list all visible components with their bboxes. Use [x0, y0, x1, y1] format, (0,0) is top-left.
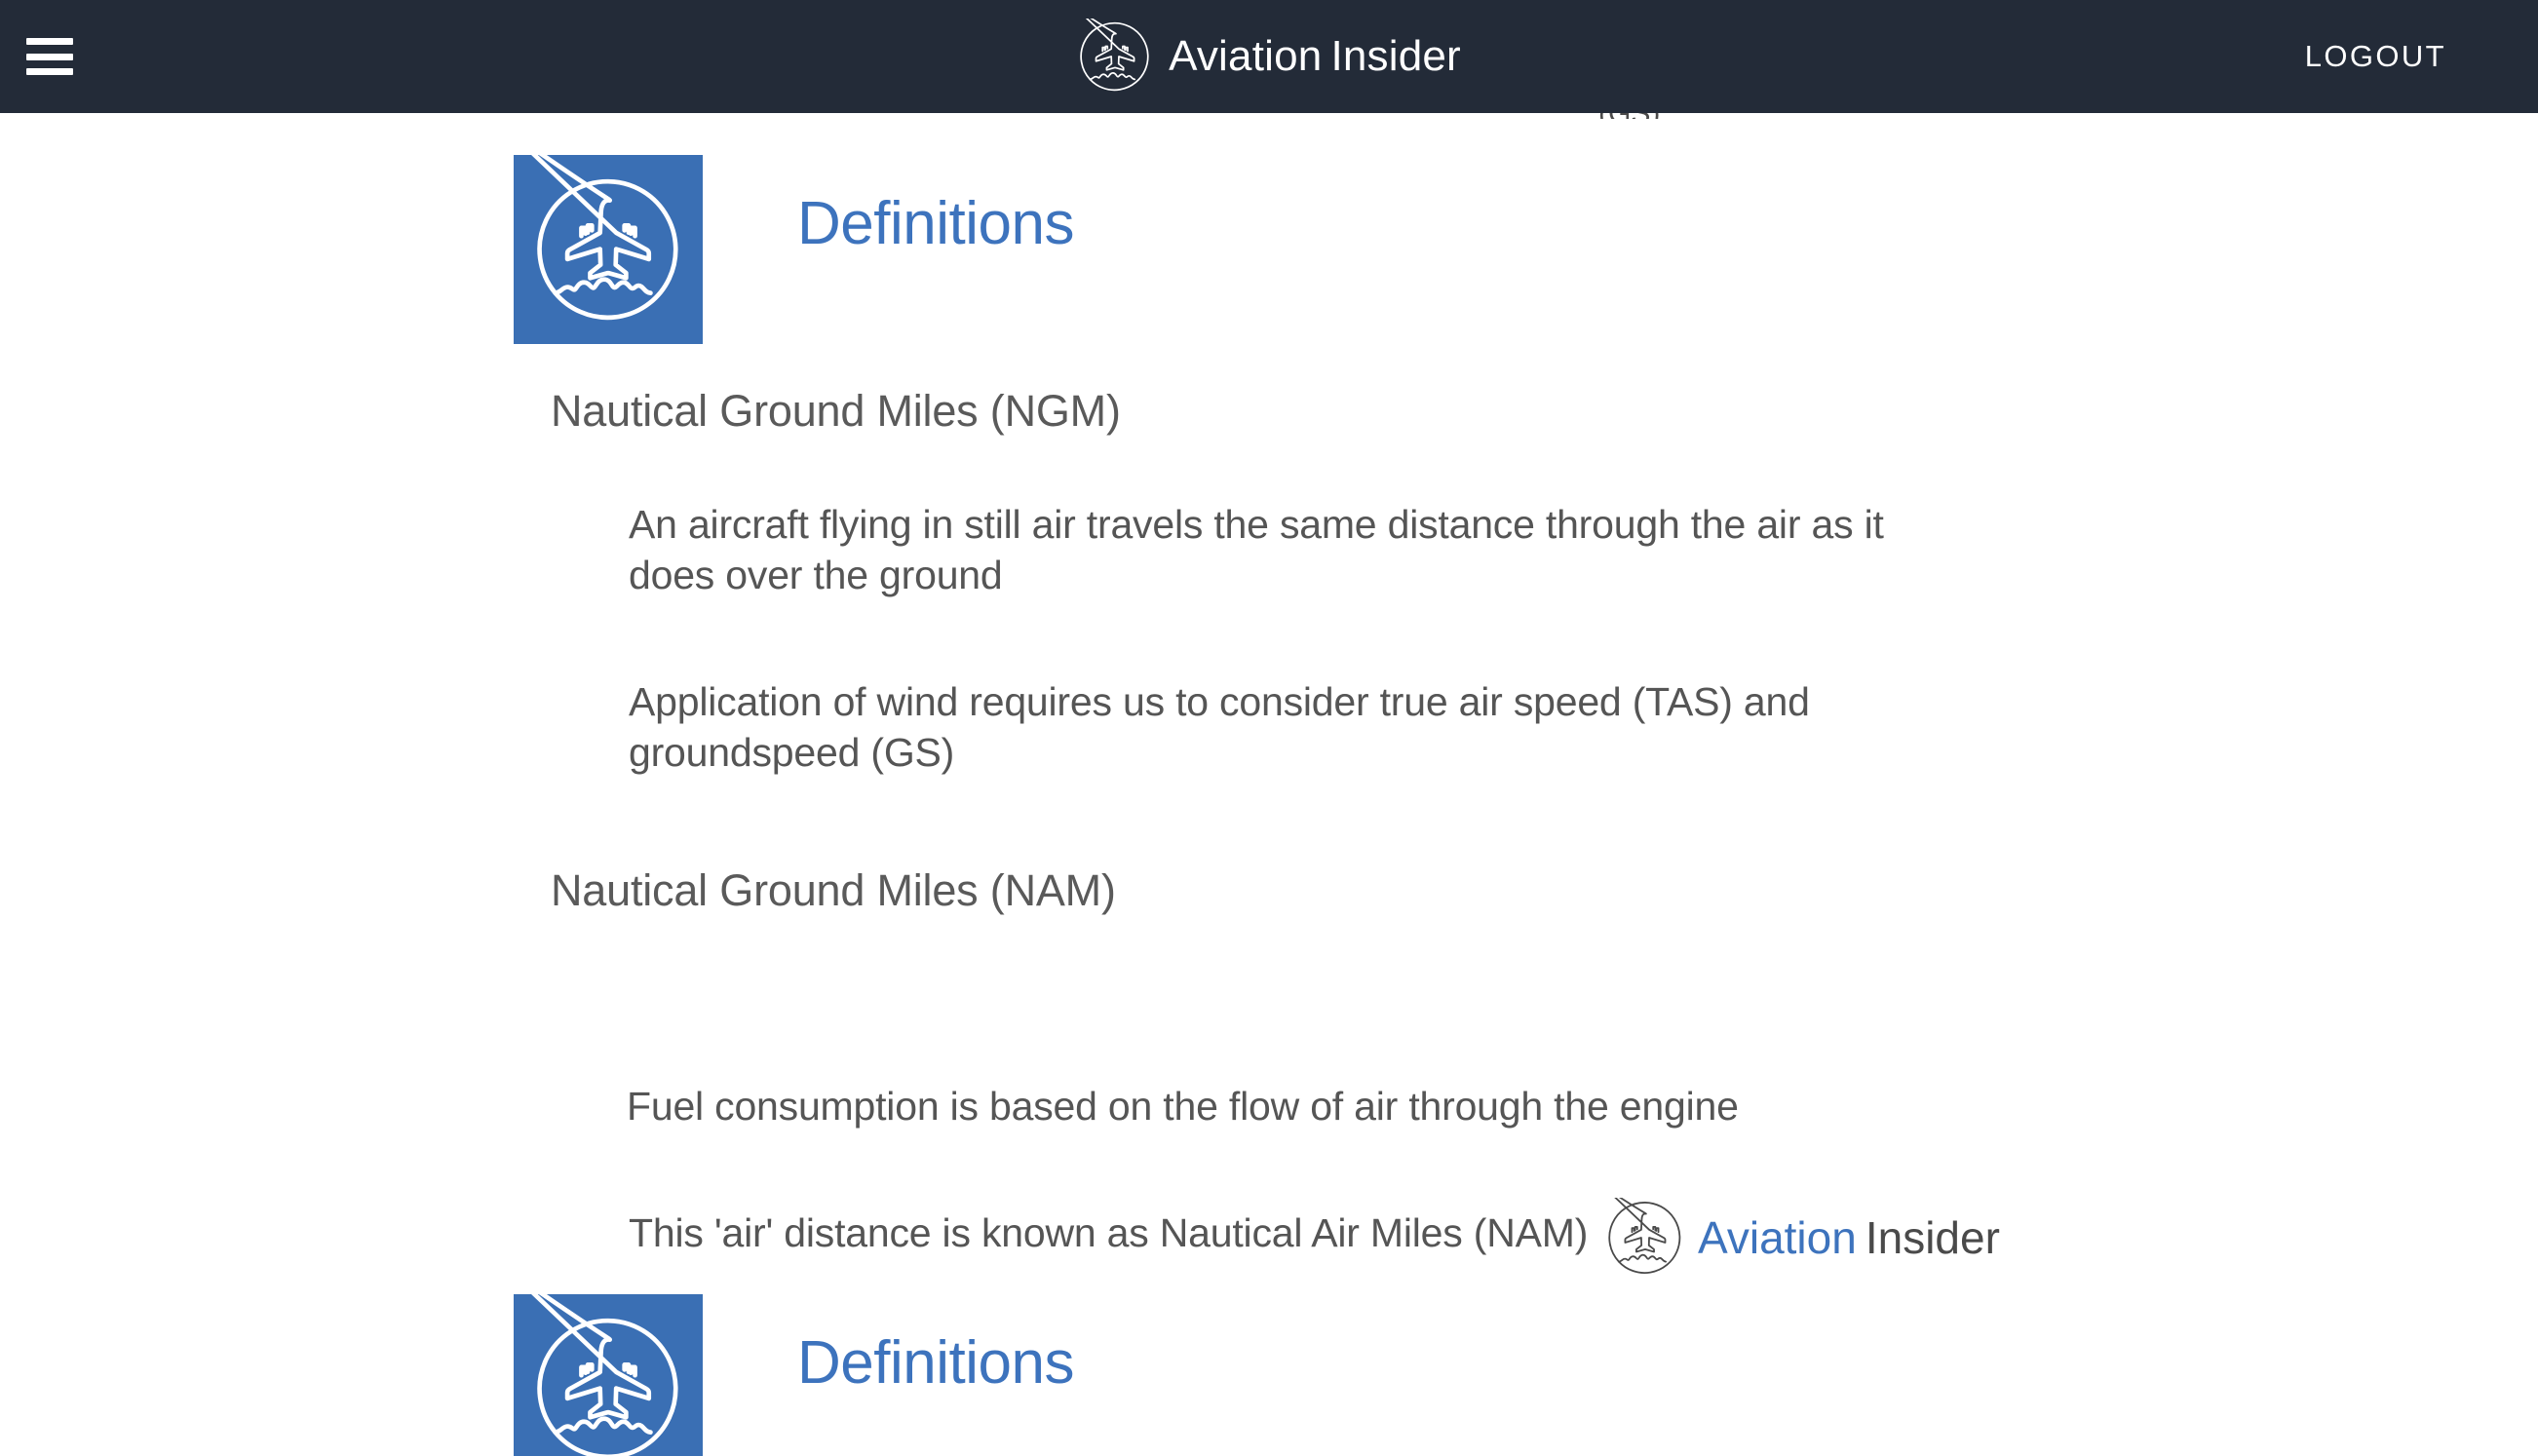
brand-word-two: Insider [1330, 32, 1461, 80]
app-page: AviationInsider LOGOUT (GS) [0, 0, 2538, 1456]
section-paragraph-nam-1: Fuel consumption is based on the flow of… [627, 1084, 1739, 1129]
slide-header: Definitions [0, 113, 2538, 344]
hamburger-bar-1 [26, 38, 73, 45]
section-heading-ngm: Nautical Ground Miles (NGM) [551, 386, 1121, 436]
airplane-circle-blue-tile-icon [514, 155, 703, 344]
hamburger-bar-2 [26, 53, 73, 60]
hamburger-bar-3 [26, 68, 73, 75]
logout-button[interactable]: LOGOUT [2301, 31, 2450, 82]
section-heading-nam: Nautical Ground Miles (NAM) [551, 865, 1116, 915]
watermark-wordmark: Aviation Insider [1698, 1211, 2000, 1264]
brand-logo[interactable]: Aviation Insider [1075, 8, 1461, 95]
watermark-word-two: Insider [1865, 1212, 2000, 1263]
airplane-circle-blue-tile-icon [514, 1294, 703, 1456]
slide-definitions-2: Definitions [0, 1294, 2538, 1456]
section-paragraph-ngm-2: Application of wind requires us to consi… [629, 679, 1810, 775]
slide-title: Definitions [797, 190, 1074, 257]
footer-watermark: Aviation Insider [1603, 1186, 2000, 1278]
slide-scroll-area[interactable]: (GS) [0, 109, 2538, 1456]
top-navigation-bar: Aviation Insider LOGOUT [0, 0, 2538, 113]
slide-title-2: Definitions [797, 1329, 1074, 1397]
watermark-word-one: Aviation [1698, 1212, 1857, 1263]
slide-definitions-1: Definitions Nautical Ground Miles (NGM) … [0, 113, 2538, 1294]
section-paragraph-ngm-1: An aircraft flying in still air travels … [629, 502, 1884, 597]
airplane-circle-logo-icon [1603, 1186, 1685, 1278]
brand-wordmark: Aviation Insider [1169, 32, 1461, 81]
brand-word-one: Aviation [1169, 32, 1323, 80]
slide-header-2: Definitions [0, 1294, 2538, 1456]
hamburger-menu-icon[interactable] [24, 36, 75, 77]
airplane-circle-logo-icon [1075, 8, 1153, 95]
